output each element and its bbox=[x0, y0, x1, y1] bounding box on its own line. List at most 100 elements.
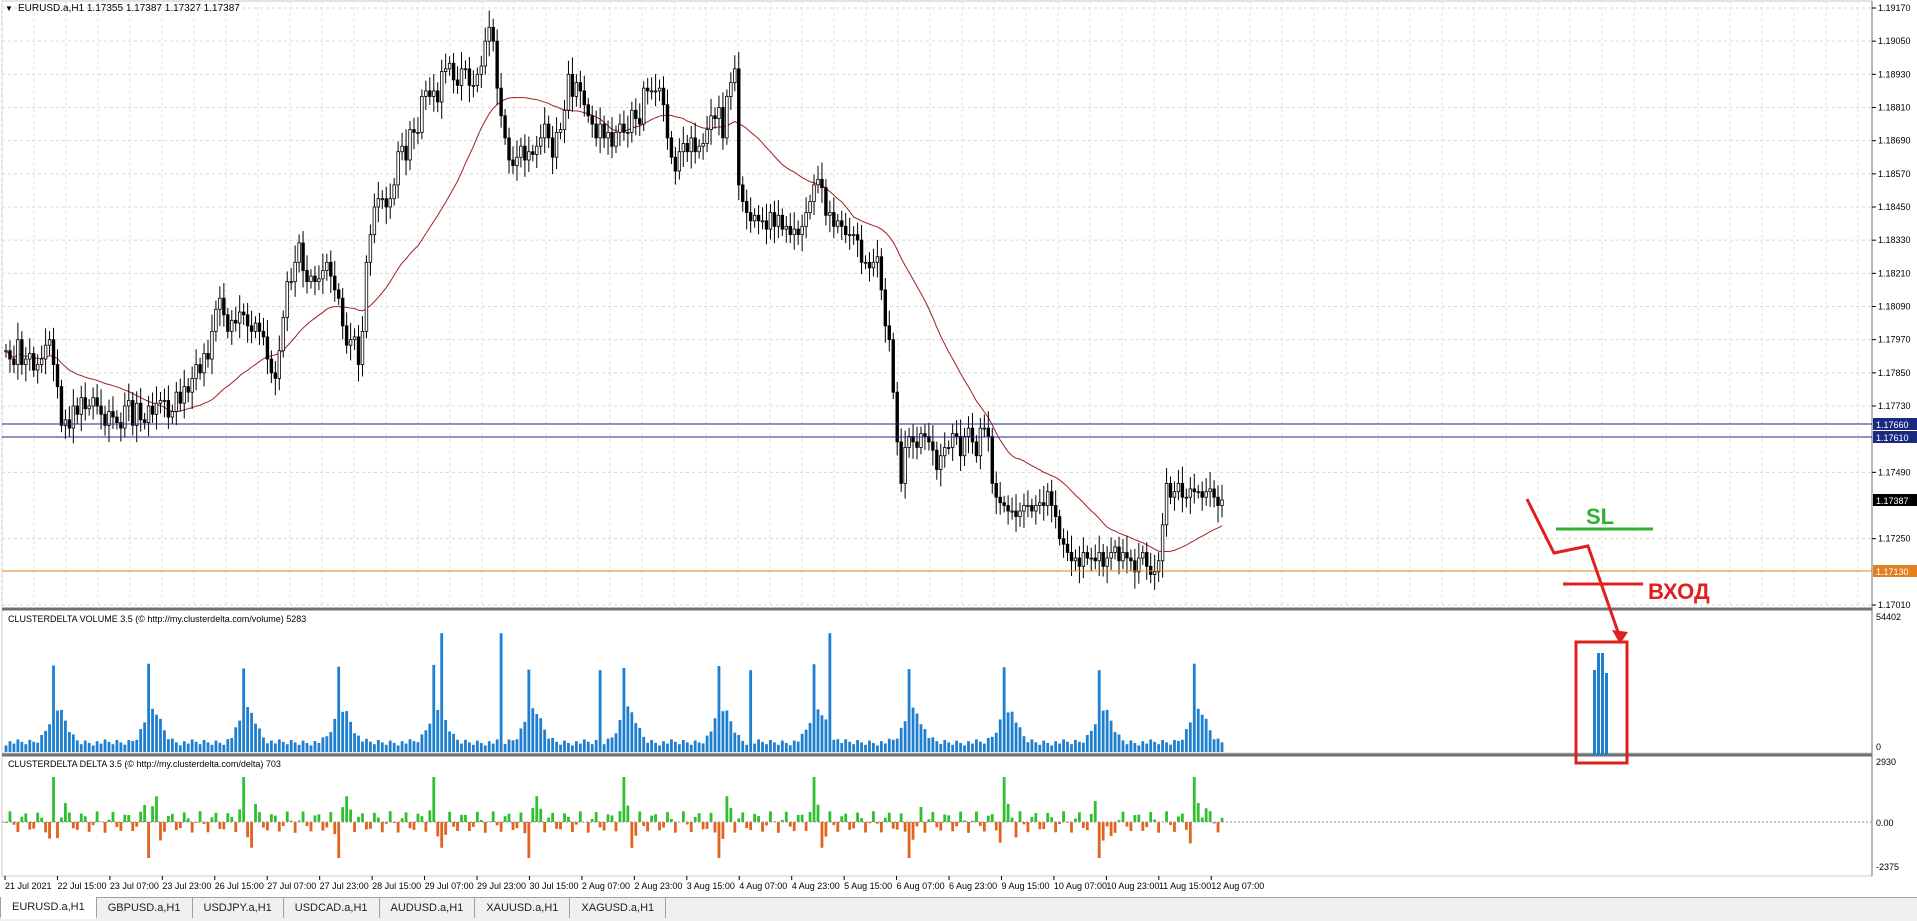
chart-tab-eurusd-a-h1[interactable]: EURUSD.a,H1 bbox=[0, 897, 97, 919]
candle-body bbox=[983, 428, 986, 429]
volume-bar bbox=[1110, 721, 1113, 752]
candle-body bbox=[72, 406, 75, 428]
candle-body bbox=[1074, 558, 1077, 561]
delta-bar bbox=[920, 807, 923, 822]
candle-body bbox=[480, 66, 483, 74]
delta-bar bbox=[698, 813, 701, 822]
delta-bar bbox=[690, 822, 693, 832]
chart-tab-xagusd-a-h1[interactable]: XAGUSD.a,H1 bbox=[570, 898, 666, 918]
delta-bar bbox=[579, 811, 582, 822]
volume-bar bbox=[234, 727, 237, 752]
delta-bar bbox=[135, 822, 138, 827]
volume-bar bbox=[1038, 745, 1041, 752]
delta-bar bbox=[456, 822, 459, 831]
delta-bar bbox=[1149, 812, 1152, 822]
candle-body bbox=[17, 340, 20, 365]
volume-bar bbox=[131, 741, 134, 752]
delta-bar bbox=[143, 805, 146, 822]
volume-bar bbox=[250, 713, 253, 752]
candle-body bbox=[955, 434, 958, 437]
volume-bar bbox=[88, 743, 91, 752]
volume-bar bbox=[254, 724, 257, 752]
delta-bar bbox=[1114, 822, 1117, 833]
delta-scale-mid: 0.00 bbox=[1876, 818, 1894, 828]
chart-tab-usdcad-a-h1[interactable]: USDCAD.a,H1 bbox=[284, 898, 380, 918]
candle-body bbox=[714, 116, 717, 119]
delta-bar bbox=[199, 811, 202, 822]
delta-bar bbox=[464, 815, 467, 822]
symbol-header: EURUSD.a,H1 1.17355 1.17387 1.17327 1.17… bbox=[18, 3, 240, 14]
delta-bar bbox=[662, 822, 665, 828]
delta-bar bbox=[234, 822, 237, 832]
delta-bar bbox=[436, 822, 439, 836]
delta-bar bbox=[167, 816, 170, 822]
delta-bar bbox=[1011, 818, 1014, 822]
volume-bar bbox=[1090, 731, 1093, 752]
candle-body bbox=[365, 262, 368, 331]
volume-bar bbox=[931, 737, 934, 752]
delta-bar bbox=[119, 822, 122, 831]
volume-bar bbox=[844, 739, 847, 752]
chart-tab-usdjpy-a-h1[interactable]: USDJPY.a,H1 bbox=[193, 898, 284, 918]
delta-bar bbox=[793, 822, 796, 831]
candle-body bbox=[995, 483, 998, 497]
chart-dropdown-icon[interactable]: ▼ bbox=[5, 4, 13, 13]
delta-bar bbox=[381, 822, 384, 832]
time-axis-label: 23 Jul 23:00 bbox=[162, 881, 211, 891]
candle-body bbox=[654, 91, 657, 92]
candle-body bbox=[25, 359, 28, 365]
volume-bar bbox=[761, 742, 764, 752]
volume-bar bbox=[56, 711, 59, 752]
candle-body bbox=[947, 447, 950, 448]
candle-body bbox=[278, 351, 281, 379]
candle-body bbox=[508, 138, 511, 160]
chart-tab-gbpusd-a-h1[interactable]: GBPUSD.a,H1 bbox=[97, 898, 193, 918]
volume-bar bbox=[642, 737, 645, 752]
candle-body bbox=[124, 406, 127, 428]
candle-body bbox=[959, 436, 962, 455]
delta-bar bbox=[769, 811, 772, 822]
candle-body bbox=[1221, 500, 1224, 506]
candle-body bbox=[1102, 552, 1105, 566]
time-axis-label: 12 Aug 07:00 bbox=[1211, 881, 1264, 891]
delta-bar bbox=[1086, 822, 1089, 830]
candle-body bbox=[246, 315, 249, 326]
candle-body bbox=[805, 213, 808, 227]
delta-bar bbox=[531, 808, 534, 822]
delta-bar bbox=[1193, 777, 1196, 822]
volume-bar bbox=[900, 728, 903, 752]
candle-body bbox=[892, 340, 895, 393]
delta-bar bbox=[642, 822, 645, 826]
delta-bar bbox=[939, 822, 942, 831]
volume-bar bbox=[1003, 667, 1006, 752]
candle-body bbox=[579, 83, 582, 91]
candle-body bbox=[306, 271, 309, 282]
volume-bar bbox=[112, 744, 115, 752]
volume-bar bbox=[353, 733, 356, 752]
volume-bar bbox=[365, 739, 368, 752]
candle-body bbox=[1149, 566, 1152, 574]
candle-body bbox=[385, 199, 388, 207]
volume-bar bbox=[76, 740, 79, 752]
volume-bar bbox=[1213, 739, 1216, 752]
delta-bar bbox=[1046, 813, 1049, 822]
candle-body bbox=[753, 215, 756, 221]
volume-bar bbox=[512, 740, 515, 752]
volume-bar bbox=[318, 743, 321, 752]
delta-bar bbox=[828, 811, 831, 822]
delta-bar bbox=[365, 822, 368, 829]
chart-tab-xauusd-a-h1[interactable]: XAUUSD.a,H1 bbox=[475, 898, 570, 918]
volume-bar bbox=[595, 740, 598, 752]
volume-bar bbox=[218, 743, 221, 752]
candle-body bbox=[500, 88, 503, 116]
delta-bar bbox=[1181, 814, 1184, 822]
volume-bar bbox=[516, 739, 519, 752]
chart-tab-audusd-a-h1[interactable]: AUDUSD.a,H1 bbox=[380, 898, 476, 918]
chart-canvas[interactable]: 1.191701.190501.189301.188101.186901.185… bbox=[0, 0, 1917, 897]
delta-bar bbox=[131, 822, 134, 831]
volume-bar bbox=[1173, 740, 1176, 752]
candle-body bbox=[254, 323, 257, 331]
delta-bar bbox=[270, 814, 273, 822]
candle-body bbox=[686, 143, 689, 151]
delta-bar bbox=[420, 816, 423, 822]
